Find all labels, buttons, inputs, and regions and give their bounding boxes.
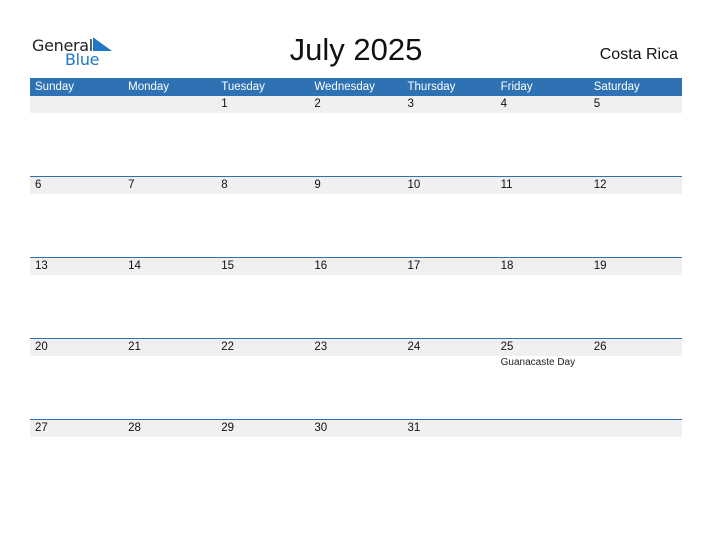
day-number: 14 [128, 260, 141, 272]
day-number: 18 [500, 260, 514, 272]
day-cell[interactable]: 30 [309, 420, 402, 501]
day-number: 19 [593, 260, 607, 272]
day-number: 5 [593, 98, 601, 110]
weekday-saturday: Saturday [593, 81, 640, 93]
weekday-friday: Friday [500, 81, 533, 93]
weekday-header: Sunday Monday Tuesday Wednesday Thursday… [30, 78, 682, 96]
day-cell[interactable] [496, 420, 589, 501]
day-number: 2 [314, 98, 321, 110]
day-number: 24 [407, 341, 421, 353]
day-number [501, 420, 589, 437]
day-number: 12 [593, 179, 607, 191]
day-cell[interactable]: 24 [403, 339, 496, 420]
day-cell[interactable]: 3 [403, 96, 496, 177]
day-cell[interactable]: 26 [589, 339, 682, 420]
day-cell[interactable]: 14 [123, 258, 216, 339]
day-number: 1 [221, 98, 228, 110]
day-number: 6 [35, 179, 42, 191]
day-number: 10 [407, 179, 421, 191]
day-cell[interactable]: 15 [216, 258, 309, 339]
day-cell[interactable]: 12 [589, 177, 682, 258]
day-cell[interactable]: 25 Guanacaste Day [496, 339, 589, 420]
day-number [128, 96, 216, 113]
holiday-label: Guanacaste Day [500, 357, 576, 368]
day-number: 30 [314, 422, 328, 434]
day-cell[interactable]: 29 [216, 420, 309, 501]
week-row: 20 21 22 23 24 25 Guanacaste Day 26 [30, 338, 682, 420]
day-number: 9 [314, 179, 321, 191]
day-cell[interactable]: 31 [403, 420, 496, 501]
day-cell[interactable]: 6 [30, 177, 123, 258]
week-cells: 1 2 3 4 5 [30, 96, 682, 177]
day-number: 26 [593, 341, 607, 353]
day-number [594, 420, 682, 437]
day-number: 8 [221, 179, 228, 191]
day-cell[interactable]: 2 [309, 96, 402, 177]
week-row: 27 28 29 30 31 [30, 419, 682, 501]
day-number: 4 [500, 98, 508, 110]
day-cell[interactable]: 21 [123, 339, 216, 420]
day-cell[interactable]: 28 [123, 420, 216, 501]
day-cell[interactable]: 27 [30, 420, 123, 501]
day-cell[interactable]: 18 [496, 258, 589, 339]
day-cell[interactable]: 9 [309, 177, 402, 258]
week-row: 13 14 15 16 17 18 19 [30, 257, 682, 339]
day-number: 25 [500, 341, 514, 353]
weekday-thursday: Thursday [407, 81, 456, 93]
week-row: 1 2 3 4 5 [30, 96, 682, 177]
day-cell[interactable]: 19 [589, 258, 682, 339]
day-number: 3 [407, 98, 414, 110]
day-cell[interactable]: 22 [216, 339, 309, 420]
day-cell[interactable]: 7 [123, 177, 216, 258]
day-cell[interactable]: 13 [30, 258, 123, 339]
day-cell[interactable]: 5 [589, 96, 682, 177]
week-cells: 27 28 29 30 31 [30, 420, 682, 501]
day-number: 22 [221, 341, 235, 353]
day-cell[interactable]: 1 [216, 96, 309, 177]
day-cell[interactable]: 4 [496, 96, 589, 177]
day-number: 23 [314, 341, 328, 353]
day-number: 29 [221, 422, 235, 434]
week-row: 6 7 8 9 10 11 12 [30, 176, 682, 258]
day-number: 31 [407, 422, 421, 434]
day-number: 16 [314, 260, 328, 272]
day-cell[interactable] [30, 96, 123, 177]
weekday-tuesday: Tuesday [221, 81, 265, 93]
week-cells: 13 14 15 16 17 18 19 [30, 258, 682, 339]
day-cell[interactable]: 16 [309, 258, 402, 339]
weekday-wednesday: Wednesday [314, 81, 375, 93]
day-cell[interactable]: 23 [309, 339, 402, 420]
week-cells: 20 21 22 23 24 25 Guanacaste Day 26 [30, 339, 682, 420]
day-number: 20 [35, 341, 48, 353]
day-number: 15 [221, 260, 235, 272]
day-number: 21 [128, 341, 141, 353]
weekday-sunday: Sunday [35, 81, 75, 93]
day-cell[interactable] [589, 420, 682, 501]
day-number: 28 [128, 422, 141, 434]
day-number: 11 [500, 179, 513, 191]
day-cell[interactable]: 8 [216, 177, 309, 258]
day-number: 13 [35, 260, 48, 272]
day-cell[interactable] [123, 96, 216, 177]
day-cell[interactable]: 20 [30, 339, 123, 420]
day-number [35, 96, 123, 113]
day-cell[interactable]: 10 [403, 177, 496, 258]
day-number: 7 [128, 179, 135, 191]
week-cells: 6 7 8 9 10 11 12 [30, 177, 682, 258]
country-label: Costa Rica [599, 46, 678, 63]
day-cell[interactable]: 17 [403, 258, 496, 339]
weekday-monday: Monday [128, 81, 170, 93]
day-cell[interactable]: 11 [496, 177, 589, 258]
day-number: 27 [35, 422, 48, 434]
day-number: 17 [407, 260, 421, 272]
